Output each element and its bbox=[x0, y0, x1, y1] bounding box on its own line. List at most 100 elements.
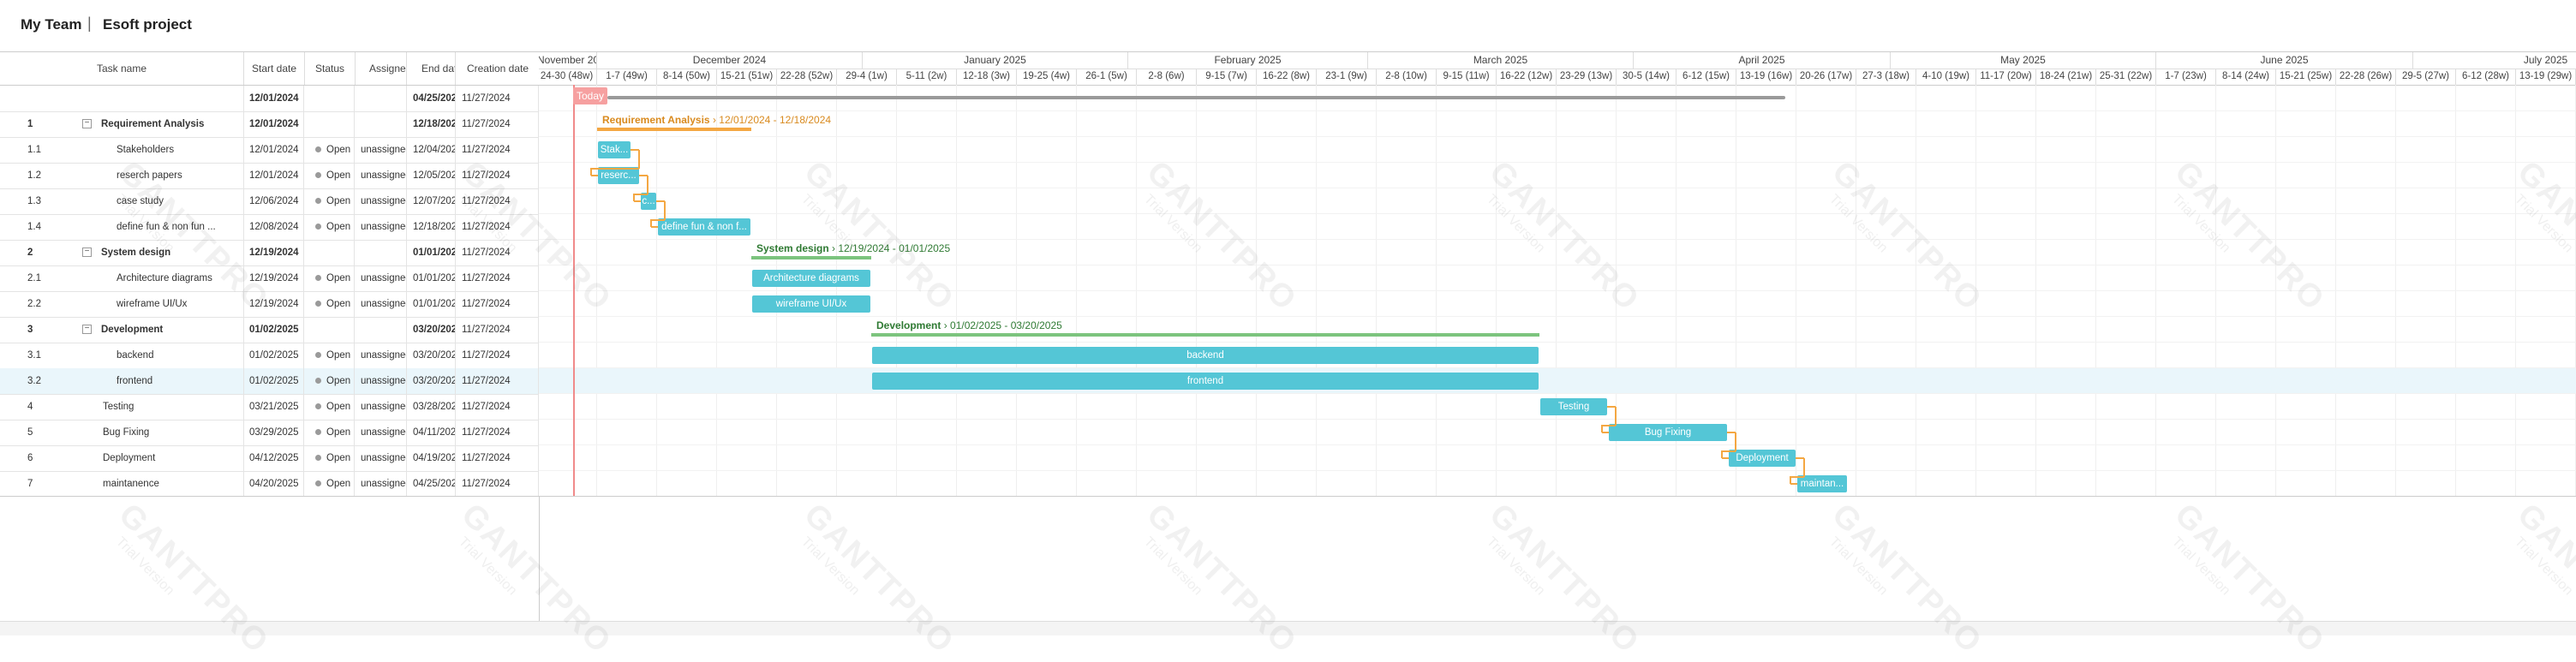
group-summary-bar[interactable] bbox=[871, 333, 1539, 337]
task-bar[interactable]: Testing bbox=[1540, 398, 1607, 415]
status-cell[interactable] bbox=[305, 111, 355, 137]
end-date-cell[interactable]: 12/04/2024 bbox=[408, 137, 456, 163]
start-date-cell[interactable]: 12/08/2024 bbox=[244, 214, 304, 240]
task-name[interactable]: maintanence bbox=[103, 471, 244, 497]
assignee-cell[interactable]: unassigned bbox=[356, 343, 407, 368]
table-row[interactable]: 6 Deployment 04/12/2025 Open unassigned 04/19… bbox=[0, 445, 539, 472]
column-header-creation-date[interactable]: Creation date bbox=[457, 52, 539, 85]
task-name[interactable]: frontend bbox=[117, 368, 244, 394]
table-row[interactable]: 3.1 backend 01/02/2025 Open unassigned 03/20/… bbox=[0, 343, 539, 369]
task-bar[interactable]: Architecture diagrams bbox=[752, 270, 870, 287]
start-date-cell[interactable]: 12/01/2024 bbox=[244, 86, 304, 111]
end-date-cell[interactable]: 12/18/2024 bbox=[408, 111, 456, 137]
start-date-cell[interactable]: 12/01/2024 bbox=[244, 111, 304, 137]
table-row[interactable]: 1 − Requirement Analysis 12/01/2024 12/18/20… bbox=[0, 111, 539, 138]
status-cell[interactable]: Open bbox=[305, 343, 355, 368]
task-bar[interactable]: maintan... bbox=[1797, 475, 1847, 492]
task-name[interactable]: backend bbox=[117, 343, 244, 368]
assignee-cell[interactable]: unassigned bbox=[356, 420, 407, 445]
end-date-cell[interactable]: 04/11/2025 bbox=[408, 420, 456, 445]
end-date-cell[interactable]: 03/20/2025 bbox=[408, 317, 456, 343]
assignee-cell[interactable]: unassigned bbox=[356, 368, 407, 394]
column-header-assignee[interactable]: Assignee bbox=[356, 52, 407, 85]
status-cell[interactable]: Open bbox=[305, 471, 355, 497]
creation-date-cell[interactable]: 11/27/2024 bbox=[457, 111, 539, 137]
task-name[interactable]: Development bbox=[101, 317, 244, 343]
status-cell[interactable]: Open bbox=[305, 291, 355, 317]
assignee-cell[interactable]: unassigned bbox=[356, 188, 407, 214]
status-cell[interactable]: Open bbox=[305, 214, 355, 240]
task-name[interactable]: Deployment bbox=[103, 445, 244, 471]
start-date-cell[interactable]: 03/21/2025 bbox=[244, 394, 304, 420]
start-date-cell[interactable]: 03/29/2025 bbox=[244, 420, 304, 445]
end-date-cell[interactable]: 04/25/2025 bbox=[408, 471, 456, 497]
column-header-status[interactable]: Status bbox=[305, 52, 356, 85]
project-summary-bar[interactable] bbox=[607, 96, 1785, 99]
status-cell[interactable]: Open bbox=[305, 394, 355, 420]
task-bar[interactable]: define fun & non f... bbox=[658, 218, 750, 236]
group-summary-bar[interactable] bbox=[597, 128, 751, 131]
end-date-cell[interactable]: 03/28/2025 bbox=[408, 394, 456, 420]
task-name[interactable]: wireframe UI/Ux bbox=[117, 291, 244, 317]
start-date-cell[interactable]: 04/20/2025 bbox=[244, 471, 304, 497]
collapse-toggle-icon[interactable]: − bbox=[82, 325, 92, 334]
table-row[interactable]: 12/01/2024 04/25/202511/27/2024 bbox=[0, 86, 539, 112]
column-header-start-date[interactable]: Start date bbox=[244, 52, 305, 85]
group-summary-bar[interactable] bbox=[751, 256, 871, 259]
status-cell[interactable]: Open bbox=[305, 445, 355, 471]
task-bar[interactable]: Deployment bbox=[1729, 450, 1796, 467]
status-cell[interactable]: Open bbox=[305, 265, 355, 291]
table-row[interactable]: 2−System design12/19/202401/01/202511/27… bbox=[0, 240, 539, 266]
table-row[interactable]: 4 Testing 03/21/2025 Open unassigned 03/28/20… bbox=[0, 394, 539, 420]
creation-date-cell[interactable]: 11/27/2024 bbox=[457, 394, 539, 420]
task-name[interactable]: Requirement Analysis bbox=[101, 111, 244, 137]
table-row[interactable]: 3 −Development01/02/2025 03/20/202511/27/2… bbox=[0, 317, 539, 343]
assignee-cell[interactable] bbox=[356, 240, 407, 265]
end-date-cell[interactable]: 03/20/2025 bbox=[408, 343, 456, 368]
end-date-cell[interactable]: 03/20/2025 bbox=[408, 368, 456, 394]
assignee-cell[interactable]: unassigned bbox=[356, 471, 407, 497]
creation-date-cell[interactable]: 11/27/2024 bbox=[457, 317, 539, 343]
assignee-cell[interactable] bbox=[356, 111, 407, 137]
start-date-cell[interactable]: 12/19/2024 bbox=[244, 240, 304, 265]
table-row[interactable]: 3.2 frontend 01/02/2025 Open unassigned 03/20… bbox=[0, 368, 539, 395]
assignee-cell[interactable]: unassigned bbox=[356, 163, 407, 188]
start-date-cell[interactable]: 01/02/2025 bbox=[244, 368, 304, 394]
status-cell[interactable]: Open bbox=[305, 368, 355, 394]
column-header-task-name[interactable]: Task name bbox=[0, 52, 244, 85]
end-date-cell[interactable]: 12/07/2024 bbox=[408, 188, 456, 214]
table-row[interactable]: 1.1 Stakeholders 12/01/2024 Open unassigned 1… bbox=[0, 137, 539, 164]
table-row[interactable]: 7 maintanence 04/20/2025 Open unassigned 04/2… bbox=[0, 471, 539, 498]
task-bar[interactable]: reserc... bbox=[598, 167, 639, 184]
creation-date-cell[interactable]: 11/27/2024 bbox=[457, 420, 539, 445]
start-date-cell[interactable]: 01/02/2025 bbox=[244, 317, 304, 343]
task-bar[interactable]: wireframe UI/Ux bbox=[752, 295, 870, 313]
task-name[interactable]: Bug Fixing bbox=[103, 420, 244, 445]
status-cell[interactable] bbox=[305, 86, 355, 111]
creation-date-cell[interactable]: 11/27/2024 bbox=[457, 343, 539, 368]
task-name[interactable]: Testing bbox=[103, 394, 244, 420]
task-bar[interactable]: backend bbox=[872, 347, 1539, 364]
creation-date-cell[interactable]: 11/27/2024 bbox=[457, 86, 539, 111]
end-date-cell[interactable]: 01/01/2025 bbox=[408, 240, 456, 265]
task-bar[interactable]: c... bbox=[641, 193, 656, 210]
status-cell[interactable] bbox=[305, 240, 355, 265]
creation-date-cell[interactable]: 11/27/2024 bbox=[457, 368, 539, 394]
assignee-cell[interactable] bbox=[356, 317, 407, 343]
task-bar[interactable]: Bug Fixing bbox=[1609, 424, 1727, 441]
table-row[interactable]: 1.4 define fun & non fun ... 12/08/2024 Ope… bbox=[0, 214, 539, 241]
creation-date-cell[interactable]: 11/27/2024 bbox=[457, 291, 539, 317]
assignee-cell[interactable]: unassigned bbox=[356, 394, 407, 420]
task-bar[interactable]: frontend bbox=[872, 373, 1539, 390]
creation-date-cell[interactable]: 11/27/2024 bbox=[457, 445, 539, 471]
creation-date-cell[interactable]: 11/27/2024 bbox=[457, 265, 539, 291]
status-cell[interactable]: Open bbox=[305, 188, 355, 214]
team-breadcrumb[interactable]: My Team bbox=[21, 16, 82, 33]
assignee-cell[interactable]: unassigned bbox=[356, 291, 407, 317]
status-cell[interactable]: Open bbox=[305, 137, 355, 163]
end-date-cell[interactable]: 01/01/2025 bbox=[408, 265, 456, 291]
collapse-toggle-icon[interactable]: − bbox=[82, 248, 92, 257]
end-date-cell[interactable]: 04/25/2025 bbox=[408, 86, 456, 111]
task-bar[interactable]: Stak... bbox=[598, 141, 631, 158]
assignee-cell[interactable] bbox=[356, 86, 407, 111]
